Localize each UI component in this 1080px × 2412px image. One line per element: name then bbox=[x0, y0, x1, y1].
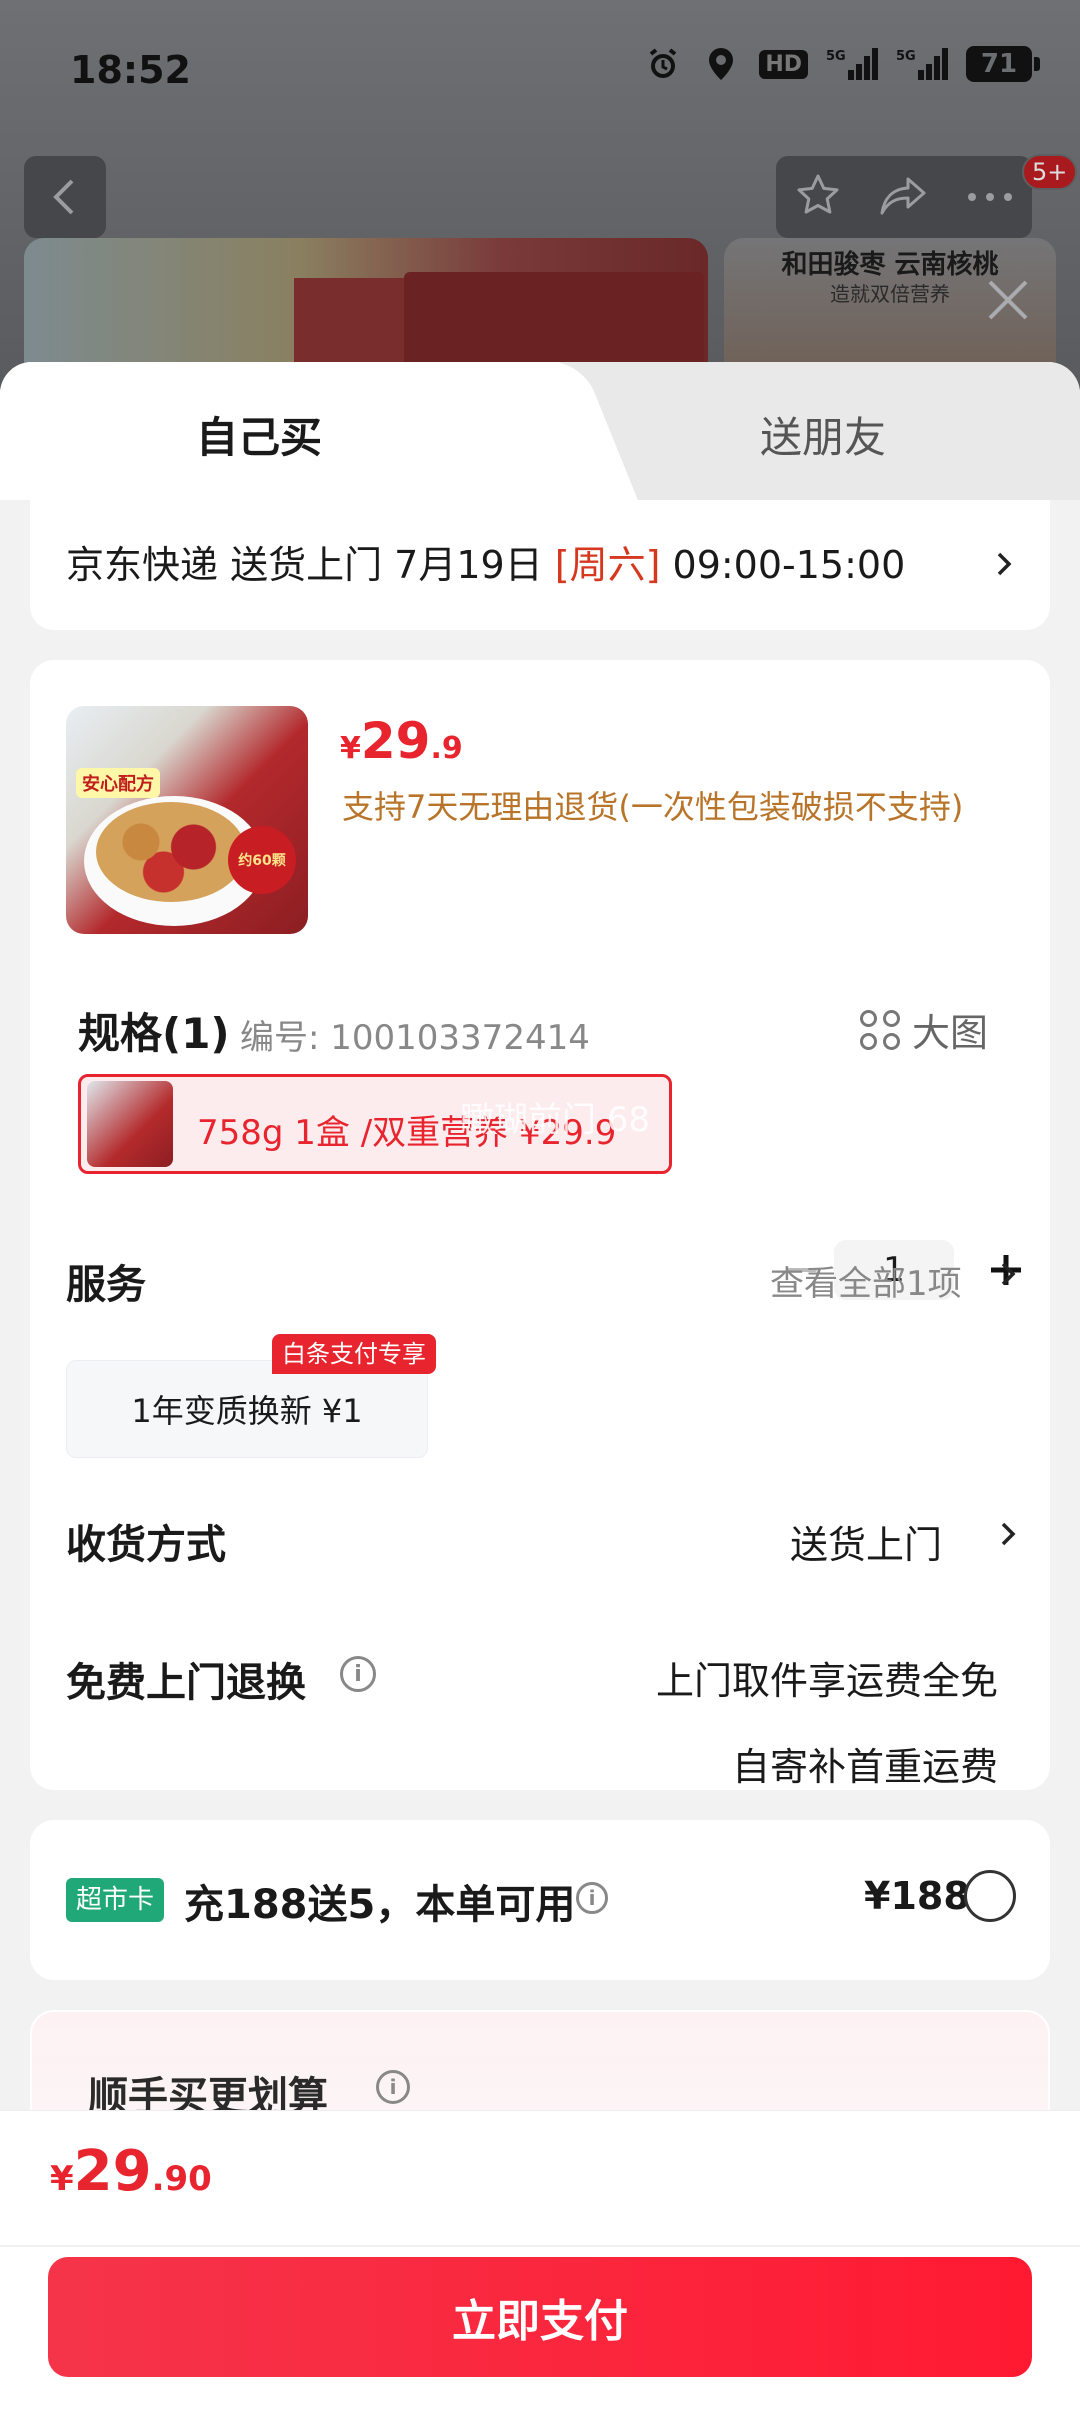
product-image-tag: 安心配方 bbox=[76, 768, 160, 798]
member-card-price: ¥188 bbox=[864, 1874, 970, 1918]
share-icon[interactable] bbox=[878, 171, 930, 223]
alarm-icon bbox=[643, 44, 683, 84]
signal-5g-icon-1: 5G bbox=[826, 44, 878, 84]
svg-text:5G: 5G bbox=[896, 49, 916, 64]
tab-self-label[interactable]: 自己买 bbox=[196, 404, 322, 465]
return-policy: 支持7天无理由退货(一次性包装破损不支持) bbox=[342, 788, 964, 826]
service-title: 服务 bbox=[66, 1262, 146, 1308]
product-image-seal: 约60颗 bbox=[228, 826, 296, 894]
info-icon[interactable]: i bbox=[576, 1882, 608, 1914]
service-option-chip[interactable]: 1年变质换新 ¥1 bbox=[66, 1360, 428, 1458]
total-currency: ¥ bbox=[50, 2159, 74, 2199]
watermark-text: 瞰瑚前门 68 bbox=[460, 1100, 651, 1140]
big-image-label: 大图 bbox=[912, 1011, 989, 1055]
delivery-prefix: 京东快递 送货上门 7月19日 bbox=[66, 543, 555, 587]
spec-title: 规格(1) bbox=[78, 1009, 230, 1058]
total-decimal: .90 bbox=[151, 2159, 212, 2199]
star-icon[interactable] bbox=[794, 171, 842, 223]
delivery-row[interactable]: 京东快递 送货上门 7月19日 [周六] 09:00-15:00 bbox=[30, 500, 1050, 630]
notification-badge: 5+ bbox=[1022, 154, 1078, 190]
purchase-tabs: 自己买 送朋友 bbox=[0, 362, 1080, 500]
tab-gift-label[interactable]: 送朋友 bbox=[760, 404, 886, 465]
divider bbox=[0, 2245, 1080, 2247]
grid-icon bbox=[860, 1009, 900, 1050]
price-decimal: .9 bbox=[430, 731, 463, 766]
info-icon[interactable]: i bbox=[340, 1656, 376, 1692]
location-icon bbox=[701, 44, 741, 84]
free-return-line1: 上门取件享运费全免 bbox=[655, 1659, 998, 1703]
big-image-button[interactable]: 大图 bbox=[860, 1002, 988, 1057]
member-card-radio[interactable] bbox=[964, 1870, 1016, 1922]
purchase-sheet: 自己买 送朋友 京东快递 送货上门 7月19日 [周六] 09:00-15:00… bbox=[0, 362, 1080, 2412]
spec-option-thumbnail bbox=[87, 1081, 173, 1167]
delivery-time: 09:00-15:00 bbox=[660, 543, 906, 587]
member-card-text: 充188送5，本单可用 bbox=[184, 1882, 576, 1928]
status-icons: HD 5G 5G 71 bbox=[643, 44, 1040, 84]
more-icon[interactable] bbox=[966, 188, 1014, 207]
free-return-title: 免费上门退换 bbox=[66, 1660, 306, 1706]
member-card-tag: 超市卡 bbox=[66, 1878, 165, 1922]
chevron-right-icon[interactable] bbox=[994, 1260, 1022, 1288]
signal-5g-icon-2: 5G bbox=[896, 44, 948, 84]
product-card: 安心配方 约60颗 ¥29.9 支持7天无理由退货(一次性包装破损不支持) 1 … bbox=[30, 660, 1050, 1790]
total-price: ¥29.90 bbox=[50, 2139, 212, 2204]
close-icon[interactable] bbox=[978, 270, 1038, 330]
price-integer: 29 bbox=[360, 712, 431, 770]
product-price: ¥29.9 bbox=[340, 712, 463, 770]
spec-sku: 编号: 100103372414 bbox=[240, 1018, 590, 1058]
battery-icon: 71 bbox=[966, 46, 1040, 82]
service-view-all[interactable]: 查看全部1项 bbox=[770, 1256, 962, 1305]
status-time: 18:52 bbox=[70, 48, 191, 92]
back-button[interactable] bbox=[24, 156, 106, 238]
chevron-right-icon[interactable] bbox=[994, 1520, 1022, 1548]
pay-now-button[interactable]: 立即支付 bbox=[48, 2257, 1032, 2377]
total-integer: 29 bbox=[73, 2139, 152, 2204]
shipping-value[interactable]: 送货上门 bbox=[790, 1514, 942, 1569]
chevron-right-icon bbox=[997, 552, 1012, 576]
member-card-offer[interactable]: 超市卡 充188送5，本单可用 i ¥188 bbox=[30, 1820, 1050, 1980]
price-currency: ¥ bbox=[340, 731, 361, 766]
shipping-title: 收货方式 bbox=[66, 1522, 226, 1568]
checkout-bar: ¥29.90 立即支付 bbox=[0, 2110, 1080, 2412]
free-return-line2: 自寄补首重运费 bbox=[731, 1745, 998, 1789]
top-action-group bbox=[776, 156, 1032, 238]
delivery-text: 京东快递 送货上门 7月19日 [周六] 09:00-15:00 bbox=[66, 534, 905, 589]
info-icon[interactable]: i bbox=[376, 2070, 410, 2104]
hd-icon: HD bbox=[759, 49, 808, 79]
product-image: 安心配方 约60颗 bbox=[66, 706, 308, 934]
delivery-weekday: [周六] bbox=[554, 543, 661, 587]
service-exclusive-tag: 白条支付专享 bbox=[272, 1334, 436, 1374]
svg-text:5G: 5G bbox=[826, 49, 846, 64]
status-bar: 18:52 HD 5G 5G 71 bbox=[0, 0, 1080, 140]
